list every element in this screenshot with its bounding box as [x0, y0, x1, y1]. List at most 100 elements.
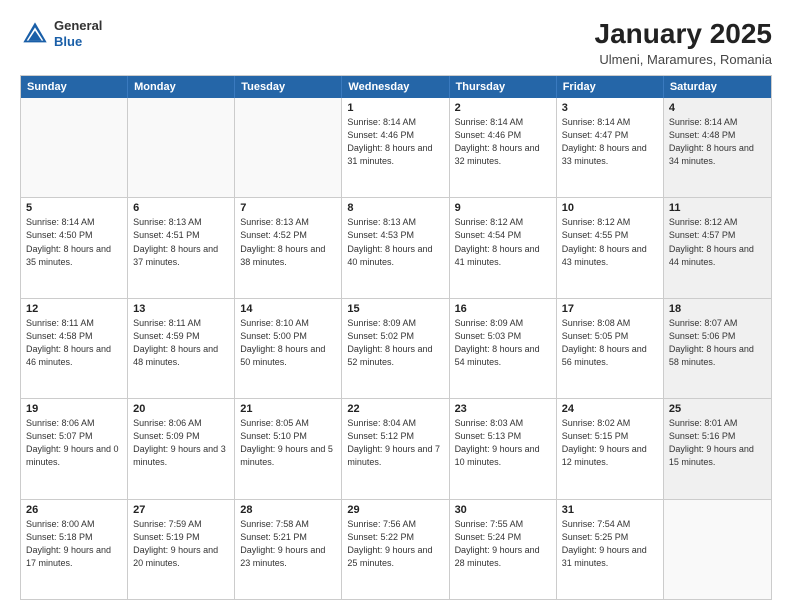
day-number: 3 [562, 102, 658, 114]
day-number: 10 [562, 202, 658, 214]
calendar-cell: 29 Sunrise: 7:56 AM Sunset: 5:22 PM Dayli… [342, 500, 449, 599]
header: General Blue January 2025 Ulmeni, Maramu… [20, 18, 772, 67]
calendar-cell: 10 Sunrise: 8:12 AM Sunset: 4:55 PM Dayli… [557, 198, 664, 297]
calendar-cell: 16Sunrise: 8:09 AM Sunset: 5:03 PM Dayli… [450, 299, 557, 398]
day-info: Sunrise: 8:12 AM Sunset: 4:55 PM Dayligh… [562, 216, 658, 268]
day-number: 16 [455, 303, 551, 315]
calendar-cell [235, 98, 342, 197]
day-info: Sunrise: 7:59 AM Sunset: 5:19 PM Dayligh… [133, 518, 229, 570]
calendar-cell: 22 Sunrise: 8:04 AM Sunset: 5:12 PM Dayli… [342, 399, 449, 498]
calendar-cell: 7Sunrise: 8:13 AM Sunset: 4:52 PM Daylig… [235, 198, 342, 297]
day-info: Sunrise: 7:55 AM Sunset: 5:24 PM Dayligh… [455, 518, 551, 570]
calendar-cell: 25Sunrise: 8:01 AM Sunset: 5:16 PM Dayli… [664, 399, 771, 498]
day-number: 6 [133, 202, 229, 214]
calendar-cell: 3 Sunrise: 8:14 AM Sunset: 4:47 PM Daylig… [557, 98, 664, 197]
day-number: 28 [240, 504, 336, 516]
day-number: 25 [669, 403, 766, 415]
calendar-cell: 30 Sunrise: 7:55 AM Sunset: 5:24 PM Dayli… [450, 500, 557, 599]
logo-text: General Blue [54, 18, 102, 49]
day-number: 29 [347, 504, 443, 516]
calendar-row: 5 Sunrise: 8:14 AM Sunset: 4:50 PM Daylig… [21, 197, 771, 297]
day-info: Sunrise: 8:14 AM Sunset: 4:50 PM Dayligh… [26, 216, 122, 268]
day-info: Sunrise: 8:13 AM Sunset: 4:51 PM Dayligh… [133, 216, 229, 268]
logo-blue-text: Blue [54, 34, 102, 50]
day-number: 23 [455, 403, 551, 415]
main-title: January 2025 [595, 18, 772, 50]
day-info: Sunrise: 8:08 AM Sunset: 5:05 PM Dayligh… [562, 317, 658, 369]
day-info: Sunrise: 8:10 AM Sunset: 5:00 PM Dayligh… [240, 317, 336, 369]
day-info: Sunrise: 8:07 AM Sunset: 5:06 PM Dayligh… [669, 317, 766, 369]
calendar-cell [128, 98, 235, 197]
calendar-cell: 8 Sunrise: 8:13 AM Sunset: 4:53 PM Daylig… [342, 198, 449, 297]
day-info: Sunrise: 8:03 AM Sunset: 5:13 PM Dayligh… [455, 417, 551, 469]
day-number: 12 [26, 303, 122, 315]
day-info: Sunrise: 7:58 AM Sunset: 5:21 PM Dayligh… [240, 518, 336, 570]
calendar: SundayMondayTuesdayWednesdayThursdayFrid… [20, 75, 772, 600]
day-number: 17 [562, 303, 658, 315]
day-number: 13 [133, 303, 229, 315]
day-number: 1 [347, 102, 443, 114]
title-block: January 2025 Ulmeni, Maramures, Romania [595, 18, 772, 67]
day-info: Sunrise: 8:06 AM Sunset: 5:09 PM Dayligh… [133, 417, 229, 469]
day-info: Sunrise: 8:04 AM Sunset: 5:12 PM Dayligh… [347, 417, 443, 469]
day-number: 27 [133, 504, 229, 516]
day-number: 31 [562, 504, 658, 516]
day-number: 7 [240, 202, 336, 214]
calendar-header-cell: Wednesday [342, 76, 449, 98]
day-number: 26 [26, 504, 122, 516]
calendar-cell: 27 Sunrise: 7:59 AM Sunset: 5:19 PM Dayli… [128, 500, 235, 599]
day-info: Sunrise: 7:56 AM Sunset: 5:22 PM Dayligh… [347, 518, 443, 570]
calendar-cell: 6 Sunrise: 8:13 AM Sunset: 4:51 PM Daylig… [128, 198, 235, 297]
day-number: 14 [240, 303, 336, 315]
calendar-cell: 21 Sunrise: 8:05 AM Sunset: 5:10 PM Dayli… [235, 399, 342, 498]
subtitle: Ulmeni, Maramures, Romania [595, 52, 772, 67]
calendar-cell: 4 Sunrise: 8:14 AM Sunset: 4:48 PM Daylig… [664, 98, 771, 197]
calendar-cell: 1 Sunrise: 8:14 AM Sunset: 4:46 PM Daylig… [342, 98, 449, 197]
day-number: 8 [347, 202, 443, 214]
day-info: Sunrise: 8:06 AM Sunset: 5:07 PM Dayligh… [26, 417, 122, 469]
calendar-cell: 23 Sunrise: 8:03 AM Sunset: 5:13 PM Dayli… [450, 399, 557, 498]
day-number: 24 [562, 403, 658, 415]
day-info: Sunrise: 8:13 AM Sunset: 4:53 PM Dayligh… [347, 216, 443, 268]
calendar-cell: 9Sunrise: 8:12 AM Sunset: 4:54 PM Daylig… [450, 198, 557, 297]
calendar-cell: 18 Sunrise: 8:07 AM Sunset: 5:06 PM Dayli… [664, 299, 771, 398]
calendar-row: 26Sunrise: 8:00 AM Sunset: 5:18 PM Dayli… [21, 499, 771, 599]
calendar-cell: 20Sunrise: 8:06 AM Sunset: 5:09 PM Dayli… [128, 399, 235, 498]
logo-general-text: General [54, 18, 102, 34]
calendar-cell: 13Sunrise: 8:11 AM Sunset: 4:59 PM Dayli… [128, 299, 235, 398]
calendar-cell: 17 Sunrise: 8:08 AM Sunset: 5:05 PM Dayli… [557, 299, 664, 398]
calendar-cell [664, 500, 771, 599]
calendar-cell: 11Sunrise: 8:12 AM Sunset: 4:57 PM Dayli… [664, 198, 771, 297]
calendar-header-cell: Thursday [450, 76, 557, 98]
calendar-header-cell: Friday [557, 76, 664, 98]
day-number: 18 [669, 303, 766, 315]
day-info: Sunrise: 8:14 AM Sunset: 4:46 PM Dayligh… [455, 116, 551, 168]
calendar-cell: 2Sunrise: 8:14 AM Sunset: 4:46 PM Daylig… [450, 98, 557, 197]
calendar-cell: 24Sunrise: 8:02 AM Sunset: 5:15 PM Dayli… [557, 399, 664, 498]
day-info: Sunrise: 8:14 AM Sunset: 4:48 PM Dayligh… [669, 116, 766, 168]
day-number: 19 [26, 403, 122, 415]
calendar-cell [21, 98, 128, 197]
calendar-row: 1 Sunrise: 8:14 AM Sunset: 4:46 PM Daylig… [21, 98, 771, 197]
day-number: 4 [669, 102, 766, 114]
day-number: 30 [455, 504, 551, 516]
day-number: 21 [240, 403, 336, 415]
calendar-cell: 19 Sunrise: 8:06 AM Sunset: 5:07 PM Dayli… [21, 399, 128, 498]
day-number: 5 [26, 202, 122, 214]
day-number: 22 [347, 403, 443, 415]
day-info: Sunrise: 8:05 AM Sunset: 5:10 PM Dayligh… [240, 417, 336, 469]
calendar-row: 12 Sunrise: 8:11 AM Sunset: 4:58 PM Dayli… [21, 298, 771, 398]
calendar-header-cell: Tuesday [235, 76, 342, 98]
calendar-header-cell: Saturday [664, 76, 771, 98]
calendar-cell: 15 Sunrise: 8:09 AM Sunset: 5:02 PM Dayli… [342, 299, 449, 398]
day-info: Sunrise: 8:14 AM Sunset: 4:46 PM Dayligh… [347, 116, 443, 168]
day-info: Sunrise: 8:09 AM Sunset: 5:02 PM Dayligh… [347, 317, 443, 369]
day-info: Sunrise: 8:11 AM Sunset: 4:58 PM Dayligh… [26, 317, 122, 369]
day-number: 15 [347, 303, 443, 315]
calendar-cell: 5 Sunrise: 8:14 AM Sunset: 4:50 PM Daylig… [21, 198, 128, 297]
day-info: Sunrise: 8:14 AM Sunset: 4:47 PM Dayligh… [562, 116, 658, 168]
calendar-header: SundayMondayTuesdayWednesdayThursdayFrid… [21, 76, 771, 98]
calendar-row: 19 Sunrise: 8:06 AM Sunset: 5:07 PM Dayli… [21, 398, 771, 498]
day-number: 11 [669, 202, 766, 214]
day-info: Sunrise: 8:12 AM Sunset: 4:54 PM Dayligh… [455, 216, 551, 268]
